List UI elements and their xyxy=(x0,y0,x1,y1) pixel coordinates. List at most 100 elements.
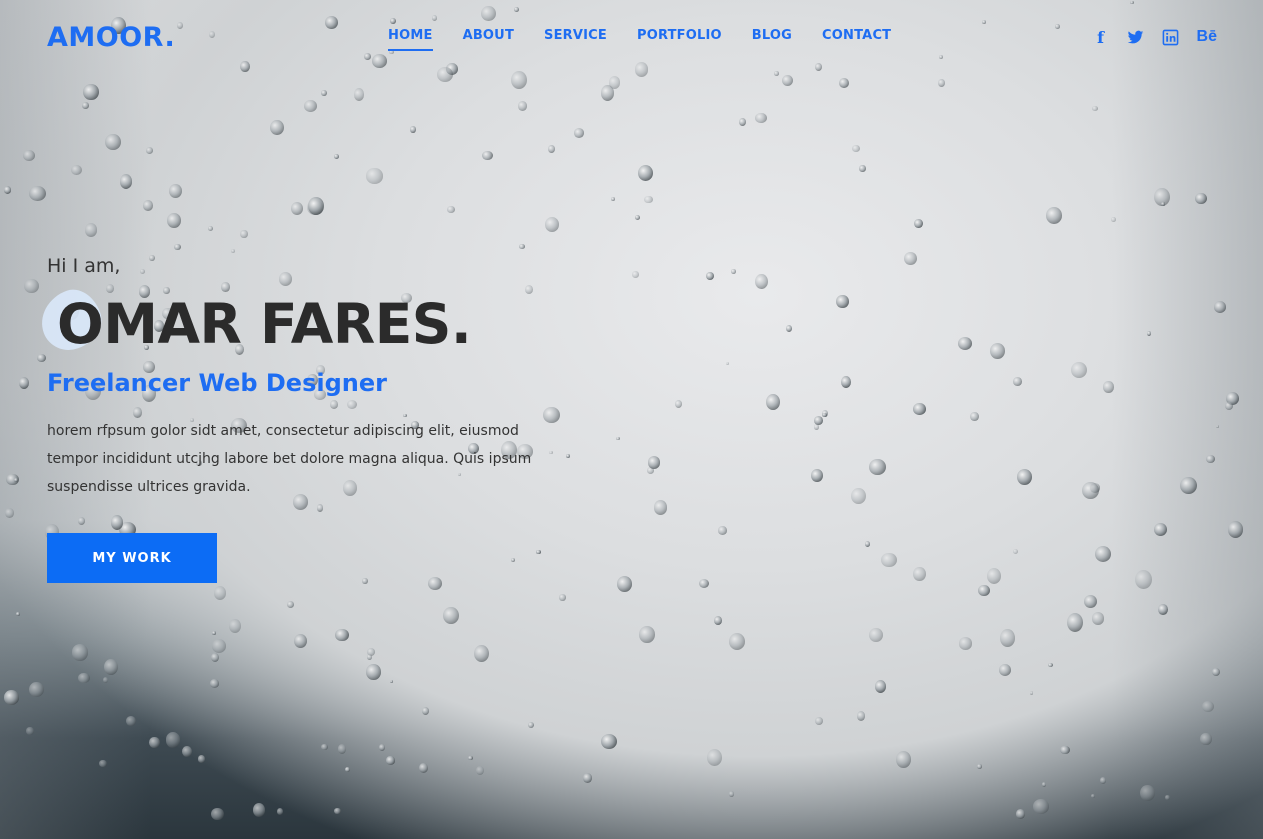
raindrop xyxy=(1090,794,1095,799)
raindrop xyxy=(173,243,181,251)
raindrop xyxy=(977,764,983,769)
raindrop xyxy=(600,85,614,101)
raindrop xyxy=(615,436,620,441)
nav-about[interactable]: ABOUT xyxy=(463,28,514,51)
behance-icon[interactable]: Bē xyxy=(1197,28,1217,46)
raindrop xyxy=(1200,732,1212,746)
raindrop xyxy=(1213,301,1227,313)
raindrop xyxy=(3,690,19,705)
raindrop xyxy=(428,577,442,591)
raindrop xyxy=(211,631,217,636)
raindrop xyxy=(304,100,318,112)
raindrop xyxy=(1046,206,1062,224)
raindrop xyxy=(78,672,90,684)
raindrop xyxy=(729,632,746,650)
raindrop xyxy=(865,541,871,548)
nav-blog[interactable]: BLOG xyxy=(752,28,792,51)
raindrop xyxy=(125,716,136,727)
raindrop xyxy=(1206,455,1216,464)
nav-portfolio[interactable]: PORTFOLIO xyxy=(637,28,722,51)
raindrop xyxy=(1066,612,1084,633)
raindrop xyxy=(511,558,516,563)
raindrop xyxy=(738,117,746,127)
raindrop xyxy=(913,566,927,582)
raindrop xyxy=(815,716,824,725)
raindrop xyxy=(582,773,593,784)
raindrop xyxy=(1016,469,1032,485)
raindrop xyxy=(168,183,183,199)
raindrop xyxy=(19,376,30,390)
raindrop xyxy=(813,424,819,430)
raindrop xyxy=(84,223,98,238)
nav-service[interactable]: SERVICE xyxy=(544,28,607,51)
raindrop xyxy=(15,612,21,617)
raindrop xyxy=(859,165,866,173)
raindrop xyxy=(548,144,556,153)
raindrop xyxy=(600,733,618,750)
raindrop xyxy=(386,756,395,765)
raindrop xyxy=(197,754,206,763)
raindrop xyxy=(98,759,107,768)
raindrop xyxy=(811,469,823,483)
raindrop xyxy=(573,128,585,139)
hero-name: OMAR FARES. xyxy=(57,292,472,356)
raindrop xyxy=(228,618,242,634)
raindrop xyxy=(1111,216,1117,223)
raindrop xyxy=(344,767,351,773)
raindrop xyxy=(28,681,44,698)
raindrop xyxy=(977,584,991,597)
raindrop xyxy=(335,628,349,642)
raindrop xyxy=(71,644,89,661)
nav-contact[interactable]: CONTACT xyxy=(822,28,891,51)
raindrop xyxy=(637,164,653,181)
raindrop xyxy=(277,807,284,815)
raindrop xyxy=(149,737,160,748)
nav-home[interactable]: HOME xyxy=(388,28,433,51)
raindrop xyxy=(726,361,730,365)
raindrop xyxy=(409,125,416,133)
raindrop xyxy=(207,225,213,232)
raindrop xyxy=(214,586,227,600)
raindrop xyxy=(518,243,525,250)
hero-greeting: Hi I am, xyxy=(47,255,121,277)
raindrop xyxy=(913,403,926,416)
raindrop xyxy=(287,600,295,608)
raindrop xyxy=(874,679,886,693)
my-work-button[interactable]: MY WORK xyxy=(47,533,217,583)
raindrop xyxy=(293,634,307,649)
raindrop xyxy=(904,251,918,265)
raindrop xyxy=(24,278,40,294)
facebook-icon[interactable]: f xyxy=(1092,28,1110,47)
raindrop xyxy=(1146,330,1152,336)
raindrop xyxy=(36,353,47,362)
twitter-icon[interactable] xyxy=(1127,28,1145,46)
raindrop xyxy=(987,567,1002,584)
raindrop xyxy=(785,325,793,333)
raindrop xyxy=(536,549,541,555)
raindrop xyxy=(145,146,153,154)
raindrop xyxy=(1180,476,1198,495)
raindrop xyxy=(334,808,341,814)
raindrop xyxy=(765,393,780,410)
linkedin-icon[interactable] xyxy=(1162,28,1180,46)
raindrop xyxy=(378,744,385,752)
raindrop xyxy=(527,722,534,729)
raindrop xyxy=(334,154,340,160)
raindrop xyxy=(836,294,850,309)
raindrop xyxy=(1015,809,1026,819)
raindrop xyxy=(165,732,181,748)
raindrop xyxy=(990,343,1006,360)
site-logo[interactable]: AMOOR. xyxy=(47,22,175,53)
raindrop xyxy=(366,653,373,660)
raindrop xyxy=(143,200,154,211)
raindrop xyxy=(1103,381,1114,393)
raindrop xyxy=(1099,777,1106,785)
raindrop xyxy=(231,249,236,254)
raindrop xyxy=(1032,799,1049,814)
raindrop xyxy=(418,762,429,774)
raindrop xyxy=(240,229,248,239)
raindrop xyxy=(813,416,823,426)
raindrop xyxy=(881,552,897,568)
raindrop xyxy=(1215,424,1220,428)
raindrop xyxy=(851,487,867,505)
